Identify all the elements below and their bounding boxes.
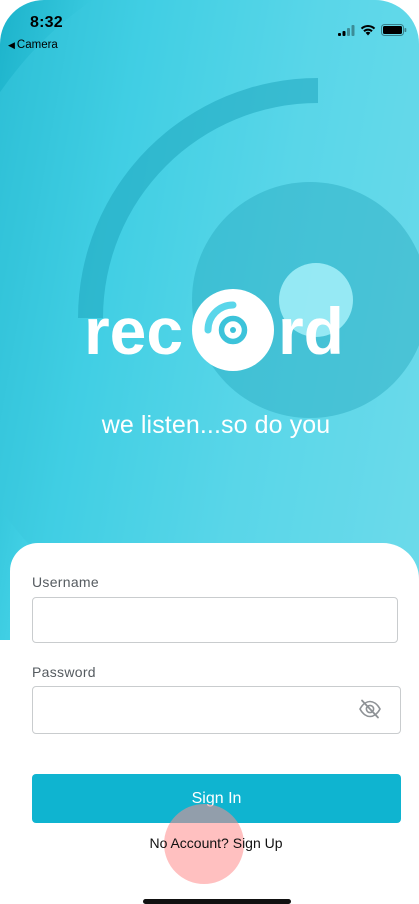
username-input[interactable] bbox=[32, 597, 398, 643]
battery-icon bbox=[381, 24, 407, 36]
logo-disc-icon bbox=[192, 289, 274, 371]
logo-text-left: rec bbox=[84, 294, 183, 368]
back-arrow-icon: ◀ bbox=[8, 40, 15, 50]
status-time: 8:32 bbox=[30, 14, 63, 31]
username-label: Username bbox=[32, 574, 99, 590]
home-indicator[interactable] bbox=[143, 899, 291, 904]
status-bar: 8:32 ◀ Camera bbox=[0, 0, 419, 56]
sign-up-link[interactable]: No Account? Sign Up bbox=[10, 835, 419, 851]
app-screen: 8:32 ◀ Camera rec rd we listen...so do y… bbox=[0, 0, 419, 904]
logo-text-right: rd bbox=[278, 294, 344, 368]
back-to-app-link[interactable]: ◀ Camera bbox=[8, 39, 58, 51]
password-label: Password bbox=[32, 664, 96, 680]
eye-off-icon[interactable] bbox=[358, 699, 382, 719]
tagline: we listen...so do you bbox=[101, 411, 331, 439]
record-logo: rec rd bbox=[84, 289, 344, 371]
password-input[interactable] bbox=[32, 686, 401, 734]
status-icons bbox=[338, 24, 407, 36]
cellular-signal-icon bbox=[338, 24, 355, 36]
login-form: Username Password Sign In No Account? Si… bbox=[10, 543, 419, 904]
back-app-label: Camera bbox=[16, 39, 58, 51]
wifi-icon bbox=[360, 24, 376, 36]
